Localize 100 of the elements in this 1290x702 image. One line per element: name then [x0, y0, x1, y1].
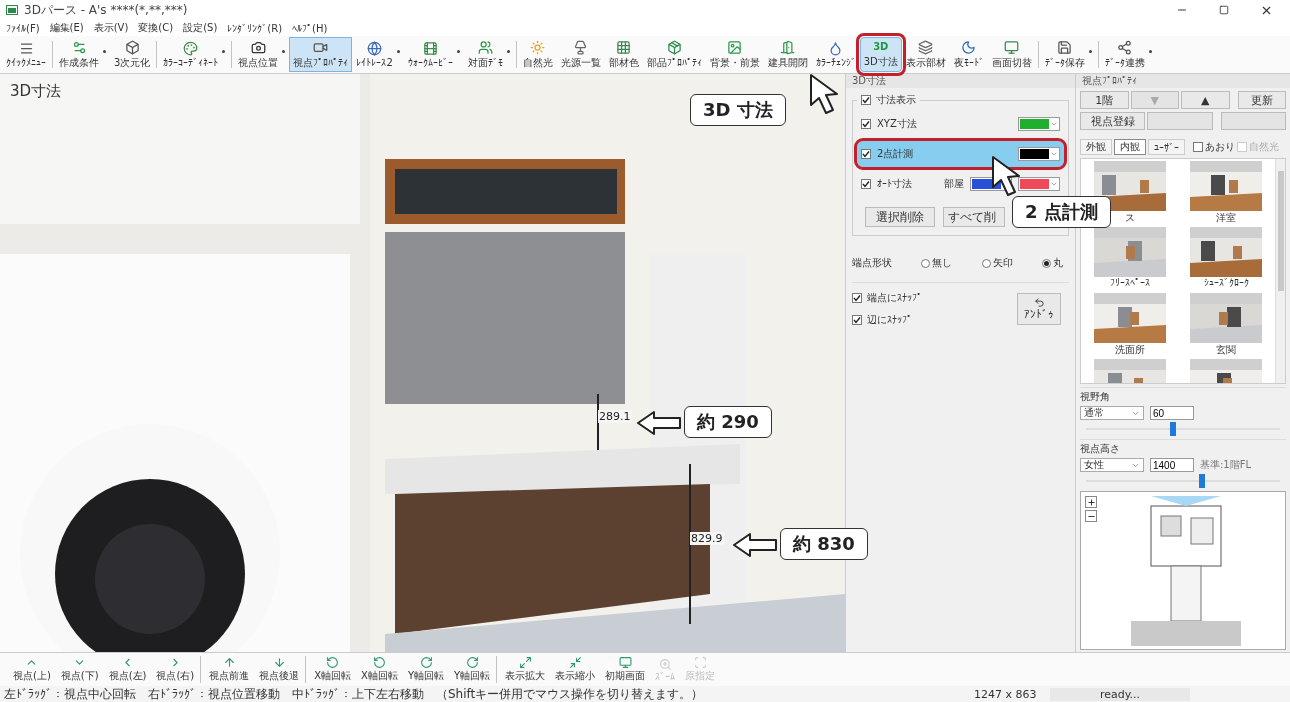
- color-picker[interactable]: [1018, 147, 1060, 161]
- slider[interactable]: [1086, 422, 1280, 436]
- view-control-button[interactable]: X軸回転: [304, 653, 357, 686]
- radio-option[interactable]: 無し: [921, 256, 953, 270]
- slider[interactable]: [1086, 474, 1280, 488]
- checkbox[interactable]: [852, 315, 862, 325]
- view-control-button[interactable]: Y軸回転: [402, 653, 450, 686]
- toolbar-button[interactable]: 視点位置: [229, 37, 290, 72]
- toolbar-button[interactable]: ｸｲｯｸﾒﾆｭｰ: [2, 37, 50, 72]
- view-control-button[interactable]: 視点(下): [55, 653, 104, 686]
- plus-icon: [1086, 497, 1096, 507]
- toolbar-button[interactable]: 部品ﾌﾟﾛﾊﾟﾃｨ: [642, 37, 706, 72]
- view-control-button[interactable]: 視点(上): [8, 653, 56, 686]
- menu-item[interactable]: 設定(S): [183, 21, 218, 35]
- view-control-button[interactable]: 視点(左): [103, 653, 152, 686]
- dropdown-dot-icon[interactable]: [1147, 48, 1153, 54]
- view-control-button[interactable]: 表示縮小: [550, 653, 601, 686]
- slider-thumb[interactable]: [1170, 422, 1177, 436]
- toolbar-button[interactable]: 夜ﾓｰﾄﾞ: [949, 37, 988, 72]
- radio-option[interactable]: 丸: [1042, 256, 1063, 270]
- menu-item[interactable]: ﾌｧｲﾙ(F): [6, 22, 40, 34]
- radio-button[interactable]: [1042, 258, 1051, 268]
- toolbar-button[interactable]: 表示部材: [901, 37, 950, 72]
- toolbar-button[interactable]: ﾃﾞｰﾀ連携: [1095, 37, 1156, 72]
- dropdown-dot-icon[interactable]: [1087, 48, 1093, 54]
- scan-icon: [693, 656, 707, 669]
- dimension-label: ｵｰﾄ寸法: [877, 177, 912, 191]
- radio-option[interactable]: 矢印: [981, 256, 1013, 270]
- menu-item[interactable]: 変換(C): [138, 21, 174, 35]
- view-control-button[interactable]: 視点(右): [151, 653, 200, 686]
- dropdown-dot-icon[interactable]: [455, 48, 461, 54]
- toolbar-button[interactable]: 背景・前景: [705, 37, 764, 72]
- toolbar-button[interactable]: 対面ﾃﾞﾓ: [463, 37, 514, 72]
- menu-item[interactable]: 表示(V): [93, 21, 129, 35]
- menu-item[interactable]: ﾍﾙﾌﾟ(H): [292, 22, 328, 34]
- view-control-button[interactable]: 表示拡大: [495, 653, 551, 686]
- checkbox[interactable]: [1193, 142, 1203, 152]
- dropdown-dot-icon[interactable]: [221, 48, 227, 54]
- checkbox[interactable]: [861, 179, 871, 189]
- dimension-row[interactable]: XYZ寸法: [857, 111, 1064, 137]
- color-picker[interactable]: [1018, 177, 1060, 191]
- floor-button[interactable]: 更新: [1237, 91, 1286, 109]
- slider-thumb[interactable]: [1199, 474, 1206, 488]
- show-dimensions-option[interactable]: 寸法表示: [857, 93, 920, 107]
- dropdown-dot-icon[interactable]: [395, 48, 401, 54]
- mode-select[interactable]: 女性: [1080, 458, 1144, 472]
- dropdown-dot-icon[interactable]: [102, 48, 107, 54]
- toolbar-button[interactable]: 画面切替: [987, 37, 1036, 72]
- callout-label: 約 830: [780, 528, 868, 560]
- color-picker[interactable]: [1018, 117, 1060, 131]
- scrollbar[interactable]: [1275, 159, 1285, 383]
- dropdown-dot-icon[interactable]: [505, 48, 511, 54]
- delete-button[interactable]: すべて削: [943, 207, 1005, 227]
- delete-button[interactable]: 選択削除: [865, 207, 935, 227]
- zoom-in-button[interactable]: [1085, 496, 1097, 508]
- checkbox[interactable]: [861, 119, 871, 129]
- menu-item[interactable]: 編集(E): [49, 21, 84, 35]
- toolbar-button[interactable]: 作成条件: [50, 37, 110, 72]
- dropdown-dot-icon[interactable]: [281, 48, 287, 54]
- view-control-button[interactable]: 初期画面: [600, 653, 651, 686]
- expand-icon: [518, 656, 532, 669]
- view-control-button[interactable]: X軸回転: [356, 653, 403, 686]
- floor-button[interactable]: 1階: [1080, 91, 1129, 109]
- panel-title: 3D寸法: [846, 74, 1075, 88]
- menu-item[interactable]: ﾚﾝﾀﾞﾘﾝｸﾞ(R): [227, 22, 283, 34]
- toolbar-button[interactable]: ｶﾗｰﾁｪﾝｼﾞ: [811, 37, 860, 72]
- dimension-label: 2点計測: [877, 147, 915, 161]
- toolbar-button[interactable]: ﾃﾞｰﾀ保存: [1035, 37, 1096, 72]
- view-tab[interactable]: 内観: [1114, 139, 1146, 155]
- value-field[interactable]: 60: [1150, 406, 1194, 420]
- toolbar-button[interactable]: 3次元化: [110, 37, 155, 72]
- snap-option[interactable]: 辺にｽﾅｯﾌﾟ: [852, 313, 922, 327]
- toolbar-button[interactable]: 部材色: [604, 37, 643, 72]
- view-control-button[interactable]: 視点前進: [199, 653, 255, 686]
- floor-button[interactable]: ▲: [1181, 91, 1230, 109]
- view-tab[interactable]: 外観: [1080, 139, 1112, 155]
- radio-button[interactable]: [981, 258, 991, 268]
- register-view-button[interactable]: 視点登録: [1080, 112, 1146, 130]
- view-tab[interactable]: ﾕｰｻﾞｰ: [1148, 139, 1185, 155]
- toolbar-button[interactable]: 自然光: [513, 37, 557, 72]
- toolbar-button[interactable]: 建具開閉: [763, 37, 812, 72]
- toolbar-button[interactable]: ｶﾗｰｺｰﾃﾞｨﾈｰﾄ: [154, 37, 230, 72]
- view-control-button[interactable]: 視点後退: [254, 653, 305, 686]
- toolbar-button[interactable]: ｳｫｰｸﾑｰﾋﾞｰ: [403, 37, 464, 72]
- checkbox[interactable]: [861, 95, 871, 105]
- dimension-row[interactable]: 2点計測: [857, 141, 1064, 167]
- toolbar-button[interactable]: ﾚｲﾄﾚｰｽ2: [352, 37, 404, 72]
- checkbox[interactable]: [852, 293, 862, 303]
- view-control-button[interactable]: Y軸回転: [449, 653, 496, 686]
- mode-select[interactable]: 通常: [1080, 406, 1144, 420]
- value-field[interactable]: 1400: [1150, 458, 1194, 472]
- toolbar-button[interactable]: 視点ﾌﾟﾛﾊﾟﾃｨ: [289, 37, 353, 72]
- checkbox[interactable]: [861, 149, 871, 159]
- toolbar-button[interactable]: 光源一覧: [556, 37, 605, 72]
- view-option[interactable]: あおり: [1193, 140, 1235, 154]
- radio-button[interactable]: [921, 258, 931, 268]
- undo-button[interactable]: ｱﾝﾄﾞｩ: [1017, 293, 1061, 325]
- window-title: 3Dパース - A's ****(*,**,***): [24, 1, 189, 19]
- snap-option[interactable]: 端点にｽﾅｯﾌﾟ: [852, 291, 922, 305]
- zoom-out-button[interactable]: [1085, 510, 1097, 522]
